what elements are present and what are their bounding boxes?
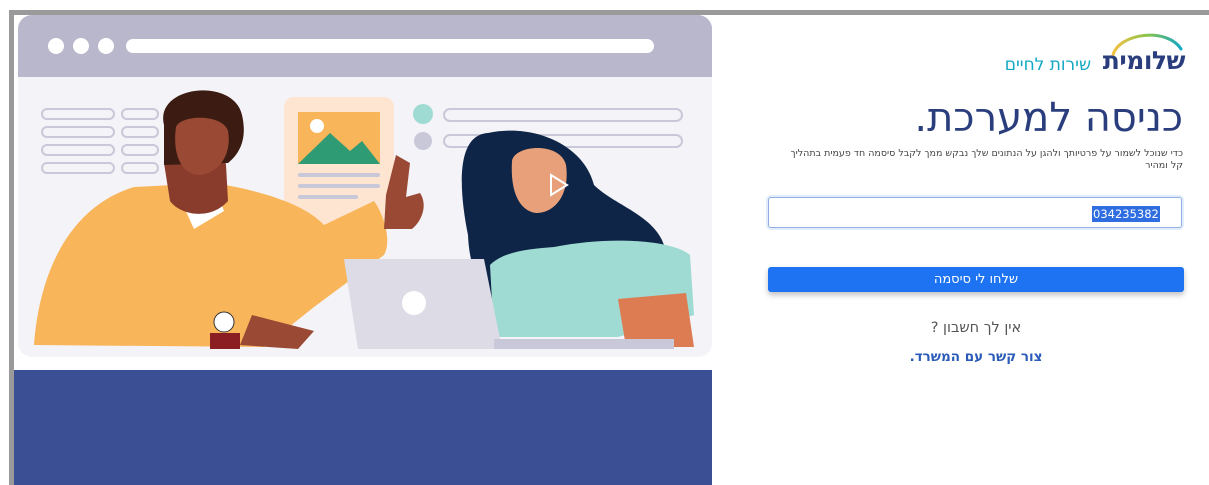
send-password-button[interactable]: שלחו לי סיסמה <box>768 267 1184 292</box>
contact-office-link[interactable]: צור קשר עם המשרד. <box>768 349 1184 365</box>
logo-tagline: שירות לחיים <box>1004 55 1091 75</box>
logo-name: שלומית <box>1102 46 1186 75</box>
hero-illustration <box>14 15 712 485</box>
brand-logo: שלומית שירות לחיים <box>1004 27 1186 75</box>
login-panel: שלומית שירות לחיים כניסה למערכת. כדי שנו… <box>712 15 1209 485</box>
no-account-text: אין לך חשבון ? <box>930 320 1022 336</box>
page-title: כניסה למערכת. <box>914 95 1183 141</box>
login-description: כדי שנוכל לשמור על פרטיותך ולהגן על הנתו… <box>790 148 1183 171</box>
browser-dots-icon <box>48 38 114 54</box>
logo-mark: שלומית <box>1102 27 1186 75</box>
id-number-selected-text: 034235382 <box>1092 206 1160 222</box>
